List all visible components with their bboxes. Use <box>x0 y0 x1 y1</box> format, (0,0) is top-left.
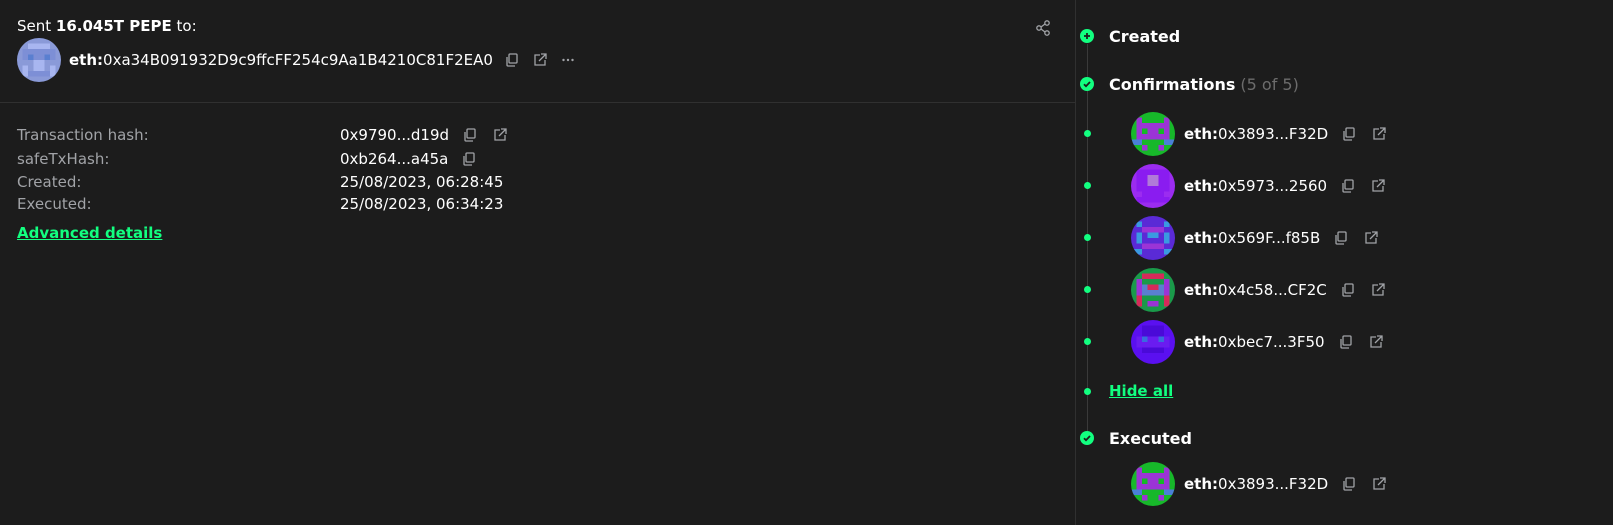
owner-dot <box>1084 338 1091 345</box>
open-tx-explorer-button[interactable] <box>491 126 509 144</box>
external-link-icon <box>494 128 507 141</box>
owner-address: eth:0xbec7...3F50 <box>1184 333 1325 351</box>
advanced-details-link[interactable]: Advanced details <box>17 222 162 244</box>
hide-all-link[interactable]: Hide all <box>1109 380 1173 402</box>
copy-icon <box>1342 283 1354 297</box>
recipient-avatar <box>17 38 61 82</box>
external-link-icon <box>534 53 547 66</box>
open-owner-explorer-button[interactable] <box>1362 229 1380 247</box>
external-link-icon <box>1373 477 1386 490</box>
tx-hash-value-group: 0x9790...d19d <box>340 124 509 146</box>
more-icon <box>562 58 574 62</box>
owner-dot <box>1084 182 1091 189</box>
owner-dot <box>1084 234 1091 241</box>
owner-address: eth:0x4c58...CF2C <box>1184 281 1327 299</box>
copy-icon <box>506 53 518 67</box>
safe-tx-hash-value: 0xb264...a45a <box>340 150 449 168</box>
executor-row: eth:0x3893...F32D <box>1131 462 1388 506</box>
tx-hash-value: 0x9790...d19d <box>340 126 450 144</box>
confirmations-step-icon <box>1080 77 1094 91</box>
copy-icon <box>1342 179 1354 193</box>
created-value: 25/08/2023, 06:28:45 <box>340 173 504 191</box>
copy-owner-button[interactable] <box>1332 229 1350 247</box>
section-divider <box>0 102 1075 103</box>
owner-avatar <box>1131 268 1175 312</box>
owner-row: eth:0x4c58...CF2C <box>1131 268 1387 312</box>
executor-avatar <box>1131 462 1175 506</box>
copy-safe-tx-hash-button[interactable] <box>460 150 478 168</box>
sent-amount: 16.045T PEPE <box>55 17 172 35</box>
owner-row: eth:0xbec7...3F50 <box>1131 320 1385 364</box>
check-icon <box>1083 435 1091 442</box>
open-recipient-explorer-button[interactable] <box>531 51 549 69</box>
tx-hash-label: Transaction hash: <box>17 126 149 144</box>
open-executor-explorer-button[interactable] <box>1370 475 1388 493</box>
copy-owner-button[interactable] <box>1339 281 1357 299</box>
sent-prefix: Sent <box>17 17 52 35</box>
share-button[interactable] <box>1034 19 1052 37</box>
safe-tx-hash-label: safeTxHash: <box>17 150 110 168</box>
open-owner-explorer-button[interactable] <box>1369 177 1387 195</box>
owner-address: eth:0x569F...f85B <box>1184 229 1321 247</box>
safe-tx-hash-value-group: 0xb264...a45a <box>340 148 478 170</box>
owner-avatar <box>1131 320 1175 364</box>
hide-all-dot <box>1084 388 1091 395</box>
copy-owner-button[interactable] <box>1339 177 1357 195</box>
confirmations-count: (5 of 5) <box>1240 74 1299 94</box>
copy-icon <box>1343 127 1355 141</box>
owner-avatar <box>1131 216 1175 260</box>
transaction-details-panel: Sent 16.045T PEPE to: eth:0xa34B091932D9… <box>0 0 1075 525</box>
share-icon <box>1036 20 1050 36</box>
executed-step-icon <box>1080 431 1094 445</box>
sent-summary: Sent 16.045T PEPE to: <box>17 16 197 36</box>
open-owner-explorer-button[interactable] <box>1367 333 1385 351</box>
owner-avatar <box>1131 164 1175 208</box>
external-link-icon <box>1365 231 1378 244</box>
external-link-icon <box>1369 335 1383 348</box>
copy-icon <box>1343 477 1355 491</box>
open-owner-explorer-button[interactable] <box>1370 125 1388 143</box>
copy-tx-hash-button[interactable] <box>461 126 479 144</box>
created-step-icon <box>1080 29 1094 43</box>
copy-recipient-button[interactable] <box>503 51 521 69</box>
external-link-icon <box>1373 127 1386 140</box>
recipient-row: eth:0xa34B091932D9c9ffcFF254c9Aa1B4210C8… <box>17 38 577 82</box>
executed-label: Executed: <box>17 195 92 213</box>
plus-icon <box>1084 33 1090 39</box>
copy-icon <box>1335 231 1347 245</box>
check-icon <box>1083 81 1091 88</box>
copy-icon <box>1339 335 1352 349</box>
confirmations-step: Confirmations (5 of 5) <box>1109 73 1299 95</box>
owner-dot <box>1084 130 1091 137</box>
copy-owner-button[interactable] <box>1337 333 1355 351</box>
owner-row: eth:0x3893...F32D <box>1131 112 1388 156</box>
executed-step-label: Executed <box>1109 428 1192 448</box>
confirmations-label: Confirmations <box>1109 74 1236 94</box>
open-owner-explorer-button[interactable] <box>1369 281 1387 299</box>
timeline-connector <box>1087 44 1088 444</box>
copy-owner-button[interactable] <box>1340 125 1358 143</box>
more-options-button[interactable] <box>559 51 577 69</box>
created-label: Created: <box>17 173 82 191</box>
created-step-label: Created <box>1109 26 1181 46</box>
executor-address: eth:0x3893...F32D <box>1184 475 1329 493</box>
timeline-panel: Created Confirmations (5 of 5) eth:0x389… <box>1076 0 1613 525</box>
owner-address: eth:0x3893...F32D <box>1184 125 1329 143</box>
external-link-icon <box>1372 283 1385 296</box>
owner-address: eth:0x5973...2560 <box>1184 177 1328 195</box>
recipient-address: eth:0xa34B091932D9c9ffcFF254c9Aa1B4210C8… <box>69 51 493 69</box>
copy-executor-button[interactable] <box>1340 475 1358 493</box>
sent-suffix: to: <box>176 17 197 35</box>
executed-value: 25/08/2023, 06:34:23 <box>340 195 504 213</box>
owner-row: eth:0x5973...2560 <box>1131 164 1387 208</box>
copy-icon <box>464 128 476 142</box>
owner-avatar <box>1131 112 1175 156</box>
copy-icon <box>463 152 476 166</box>
external-link-icon <box>1372 179 1385 192</box>
owner-row: eth:0x569F...f85B <box>1131 216 1380 260</box>
owner-dot <box>1084 286 1091 293</box>
